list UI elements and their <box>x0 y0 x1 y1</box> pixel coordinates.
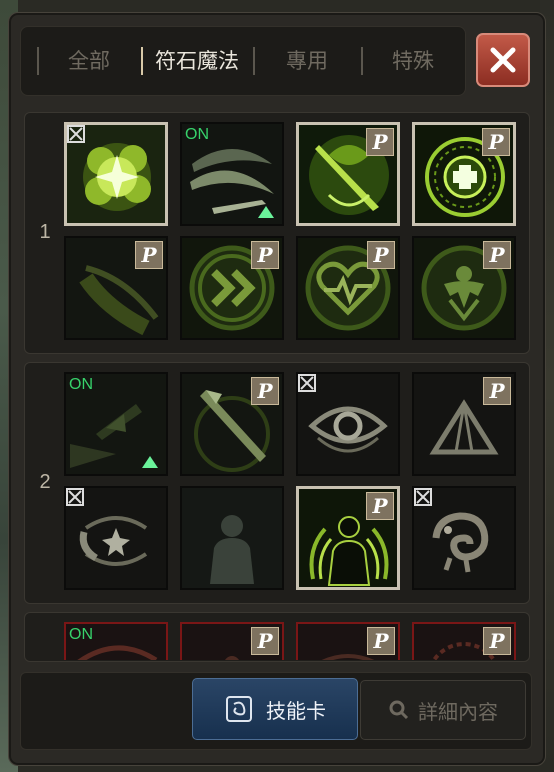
tab-exclusive[interactable]: 專用 <box>255 27 359 95</box>
lock-icon <box>66 488 84 506</box>
passive-badge: P <box>135 241 163 269</box>
skill-card-label: 技能卡 <box>266 698 326 723</box>
lock-icon <box>67 125 85 143</box>
skill-group-3-clip: ON P P P <box>24 612 528 660</box>
skill-slot[interactable]: P <box>412 372 516 476</box>
shadow-figure-icon <box>182 488 282 588</box>
skill-slot[interactable] <box>296 372 400 476</box>
skill-slot[interactable]: P <box>180 236 284 340</box>
skill-slot[interactable]: P <box>296 486 400 590</box>
skill-slot[interactable]: ON <box>64 622 168 660</box>
lock-icon <box>414 488 432 506</box>
group-number: 1 <box>39 221 51 243</box>
skill-slot[interactable] <box>180 486 284 590</box>
passive-badge: P <box>483 627 511 655</box>
passive-badge: P <box>366 128 394 156</box>
skill-slot[interactable]: P <box>64 236 168 340</box>
details-label: 詳細內容 <box>418 699 498 724</box>
skill-slot[interactable]: P <box>412 622 516 660</box>
passive-badge: P <box>482 128 510 156</box>
passive-badge: P <box>367 241 395 269</box>
skill-slot[interactable] <box>412 486 516 590</box>
tab-bar: 全部 符石魔法 專用 特殊 <box>20 26 466 96</box>
passive-badge: P <box>483 377 511 405</box>
skill-slot[interactable] <box>64 122 168 226</box>
passive-badge: P <box>251 241 279 269</box>
tab-all[interactable]: 全部 <box>39 27 139 95</box>
skill-slot[interactable]: P <box>180 372 284 476</box>
skill-slot[interactable]: P <box>296 622 400 660</box>
skill-slot[interactable]: ON <box>180 122 284 226</box>
group-number: 2 <box>39 471 51 493</box>
skill-slot[interactable]: P <box>412 122 516 226</box>
search-icon <box>389 700 409 720</box>
skill-slot[interactable]: P <box>296 122 400 226</box>
close-button[interactable] <box>476 33 530 87</box>
details-button[interactable]: 詳細內容 <box>360 680 526 740</box>
up-arrow-icon <box>142 456 158 468</box>
passive-badge: P <box>483 241 511 269</box>
tab-rune-magic[interactable]: 符石魔法 <box>143 27 251 95</box>
passive-badge: P <box>251 377 279 405</box>
skill-slot[interactable] <box>64 486 168 590</box>
skill-card-button[interactable]: 技能卡 <box>192 678 358 740</box>
close-icon <box>490 47 516 73</box>
skill-slot[interactable]: P <box>296 236 400 340</box>
on-status-label: ON <box>185 126 209 143</box>
skill-card-icon <box>226 696 252 722</box>
lock-icon <box>298 374 316 392</box>
skill-slot[interactable]: P <box>412 236 516 340</box>
skill-slot[interactable]: ON <box>64 372 168 476</box>
tab-special[interactable]: 特殊 <box>363 27 463 95</box>
passive-badge: P <box>366 492 394 520</box>
on-status-label: ON <box>69 376 93 393</box>
on-status-label: ON <box>69 626 93 643</box>
up-arrow-icon <box>258 206 274 218</box>
skill-slot[interactable]: P <box>180 622 284 660</box>
passive-badge: P <box>251 627 279 655</box>
passive-badge: P <box>367 627 395 655</box>
